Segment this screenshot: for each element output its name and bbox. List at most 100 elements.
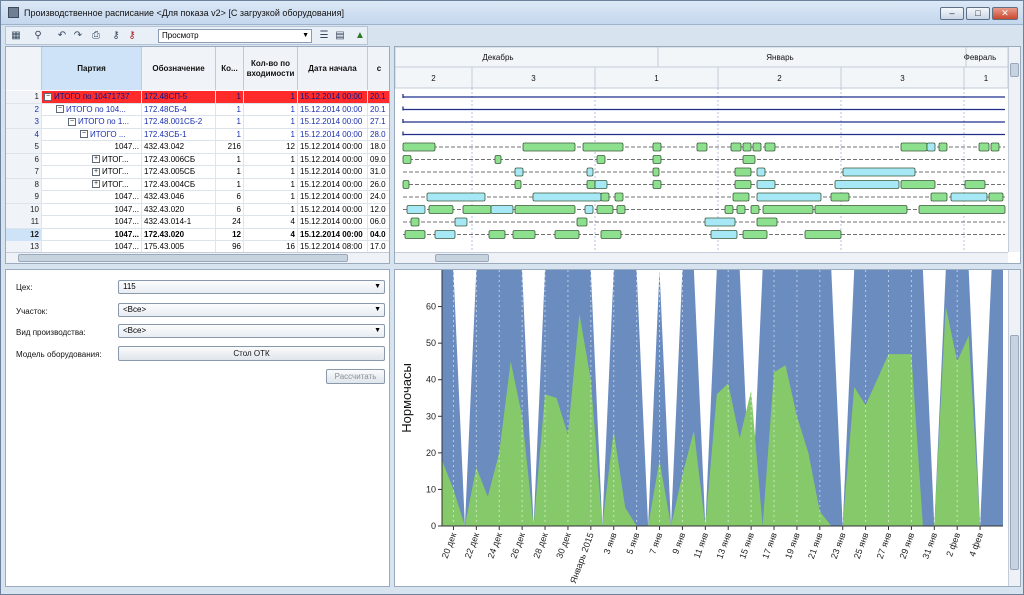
redo-icon[interactable]: ↷ bbox=[72, 30, 84, 42]
cell-partia[interactable]: 1047... bbox=[42, 141, 142, 153]
cell-date[interactable]: 15.12.2014 00:00 bbox=[298, 141, 368, 153]
uchastok-select[interactable]: <Все> ▼ bbox=[118, 303, 385, 317]
cell-c[interactable]: 24.0 bbox=[368, 191, 389, 203]
cell-rownum[interactable]: 5 bbox=[6, 141, 42, 153]
cell-oboznachenie[interactable]: 172.43.020 bbox=[142, 228, 216, 241]
cell-oboznachenie[interactable]: 172.43.004СБ bbox=[142, 178, 216, 191]
close-button[interactable]: ✕ bbox=[992, 7, 1018, 20]
table-row[interactable]: 6 + ИТОГ... 172.43.006СБ 1 1 15.12.2014 00:00 0… bbox=[6, 153, 389, 166]
cell-c[interactable]: 26.0 bbox=[368, 179, 389, 191]
cell-c[interactable]: 28.0 bbox=[368, 129, 389, 141]
vid-select[interactable]: <Все> ▼ bbox=[118, 324, 385, 338]
gantt-vscroll-thumb[interactable] bbox=[1010, 63, 1019, 77]
chart-vscrollbar[interactable] bbox=[1008, 270, 1020, 586]
cell-rownum[interactable]: 3 bbox=[6, 116, 42, 128]
undo-icon[interactable]: ↶ bbox=[56, 30, 68, 42]
cell-partia[interactable]: + ИТОГ... bbox=[42, 178, 142, 191]
cell-date[interactable]: 15.12.2014 00:00 bbox=[298, 166, 368, 178]
cell-c[interactable]: 31.0 bbox=[368, 166, 389, 178]
cell-oboznachenie[interactable]: 432.43.042 bbox=[142, 141, 216, 153]
col-vh-header[interactable]: Кол-во по входимости bbox=[244, 47, 298, 90]
cell-c[interactable]: 20.1 bbox=[368, 91, 389, 103]
cell-oboznachenie[interactable]: 432.43.020 bbox=[142, 203, 216, 216]
cell-vh[interactable]: 12 bbox=[244, 141, 298, 153]
table-row[interactable]: 5 1047... 432.43.042 216 12 15.12.2014 00:00 1… bbox=[6, 141, 389, 154]
table-row[interactable]: 11 1047... 432.43.014-1 24 4 15.12.2014 00:00… bbox=[6, 216, 389, 229]
cell-oboznachenie[interactable]: 172.48СБ-4 bbox=[142, 103, 216, 116]
cell-c[interactable]: 09.0 bbox=[368, 154, 389, 166]
chart-icon[interactable]: ▲ bbox=[354, 30, 366, 42]
cell-ko[interactable]: 1 bbox=[216, 178, 244, 191]
cell-partia[interactable]: 1047... bbox=[42, 216, 142, 228]
collapse-icon[interactable]: − bbox=[44, 92, 52, 101]
cell-oboznachenie[interactable]: 172.48СП-5 bbox=[142, 91, 216, 103]
layers-icon[interactable]: ▤ bbox=[334, 30, 346, 42]
cell-rownum[interactable]: 4 bbox=[6, 128, 42, 141]
cell-ko[interactable]: 1 bbox=[216, 128, 244, 141]
cell-oboznachenie[interactable]: 172.43.005СБ bbox=[142, 166, 216, 178]
cell-vh[interactable]: 1 bbox=[244, 103, 298, 116]
table-row[interactable]: 2− ИТОГО по 104... 172.48СБ-4 1 1 15.12.2014 … bbox=[6, 103, 389, 116]
cell-partia[interactable]: 1047... bbox=[42, 191, 142, 203]
table-row[interactable]: 1− ИТОГО по 10471737 172.48СП-5 1 1 15.12.201… bbox=[6, 91, 389, 104]
cell-ko[interactable]: 12 bbox=[216, 228, 244, 241]
ceh-select[interactable]: 115 ▼ bbox=[118, 280, 385, 294]
col-date-header[interactable]: Дата начала bbox=[298, 47, 368, 90]
cell-partia[interactable]: 1047... bbox=[42, 228, 142, 241]
expand-icon[interactable]: + bbox=[92, 155, 100, 164]
calculate-button[interactable]: Рассчитать bbox=[326, 369, 385, 384]
cell-partia[interactable]: − ИТОГО ... bbox=[42, 128, 142, 141]
model-button[interactable]: Стол ОТК bbox=[118, 346, 385, 361]
col-c-header[interactable]: с bbox=[368, 47, 389, 90]
gantt-hscroll-thumb[interactable] bbox=[435, 254, 489, 262]
cell-date[interactable]: 15.12.2014 00:00 bbox=[298, 153, 368, 166]
cell-oboznachenie[interactable]: 172.43СБ-1 bbox=[142, 128, 216, 141]
expand-icon[interactable]: + bbox=[92, 167, 100, 176]
cell-rownum[interactable]: 12 bbox=[6, 228, 42, 241]
cell-rownum[interactable]: 2 bbox=[6, 103, 42, 116]
cell-c[interactable]: 18.0 bbox=[368, 141, 389, 153]
cell-c[interactable]: 20.1 bbox=[368, 104, 389, 116]
cell-rownum[interactable]: 9 bbox=[6, 191, 42, 203]
cell-vh[interactable]: 1 bbox=[244, 116, 298, 128]
table-row[interactable]: 9 1047... 432.43.046 6 1 15.12.2014 00:00 24.0 bbox=[6, 191, 389, 204]
cell-rownum[interactable]: 1 bbox=[6, 91, 42, 103]
cell-vh[interactable]: 1 bbox=[244, 191, 298, 203]
list-icon[interactable]: ☰ bbox=[318, 30, 330, 42]
grid-hscrollbar[interactable] bbox=[6, 252, 389, 263]
cell-ko[interactable]: 24 bbox=[216, 216, 244, 228]
cell-vh[interactable]: 1 bbox=[244, 153, 298, 166]
collapse-icon[interactable]: − bbox=[80, 130, 88, 139]
cell-ko[interactable]: 1 bbox=[216, 153, 244, 166]
grid-icon[interactable]: ▦ bbox=[10, 30, 22, 42]
cell-partia[interactable]: + ИТОГ... bbox=[42, 166, 142, 178]
collapse-icon[interactable]: − bbox=[56, 105, 64, 114]
gantt-hscrollbar[interactable] bbox=[395, 252, 1008, 263]
col-oboznachenie-header[interactable]: Обозначение bbox=[142, 47, 216, 90]
cell-date[interactable]: 15.12.2014 00:00 bbox=[298, 91, 368, 103]
cell-vh[interactable]: 1 bbox=[244, 178, 298, 191]
cell-vh[interactable]: 4 bbox=[244, 216, 298, 228]
key-icon[interactable]: ⚷ bbox=[110, 30, 122, 42]
view-mode-select[interactable]: Просмотр ▼ bbox=[158, 29, 312, 43]
cell-date[interactable]: 15.12.2014 00:00 bbox=[298, 178, 368, 191]
cell-vh[interactable]: 1 bbox=[244, 128, 298, 141]
print-icon[interactable]: ⎙ bbox=[90, 30, 102, 42]
cell-partia[interactable]: 1047... bbox=[42, 203, 142, 216]
chart-vscroll-thumb[interactable] bbox=[1010, 335, 1019, 570]
cell-date[interactable]: 15.12.2014 00:00 bbox=[298, 116, 368, 128]
grid-hscroll-thumb[interactable] bbox=[18, 254, 348, 262]
cell-vh[interactable]: 1 bbox=[244, 203, 298, 216]
cell-ko[interactable]: 1 bbox=[216, 103, 244, 116]
cell-c[interactable]: 06.0 bbox=[368, 216, 389, 228]
cell-vh[interactable]: 4 bbox=[244, 228, 298, 241]
cell-partia[interactable]: + ИТОГ... bbox=[42, 153, 142, 166]
col-partia-header[interactable]: Партия bbox=[42, 47, 142, 90]
cell-partia[interactable]: − ИТОГО по 10471737 bbox=[42, 91, 142, 103]
cell-ko[interactable]: 216 bbox=[216, 141, 244, 153]
table-row[interactable]: 7 + ИТОГ... 172.43.005СБ 1 1 15.12.2014 00:00 3… bbox=[6, 166, 389, 179]
cell-oboznachenie[interactable]: 432.43.014-1 bbox=[142, 216, 216, 228]
cell-c[interactable]: 12.0 bbox=[368, 204, 389, 216]
cell-ko[interactable]: 6 bbox=[216, 191, 244, 203]
cell-rownum[interactable]: 10 bbox=[6, 203, 42, 216]
